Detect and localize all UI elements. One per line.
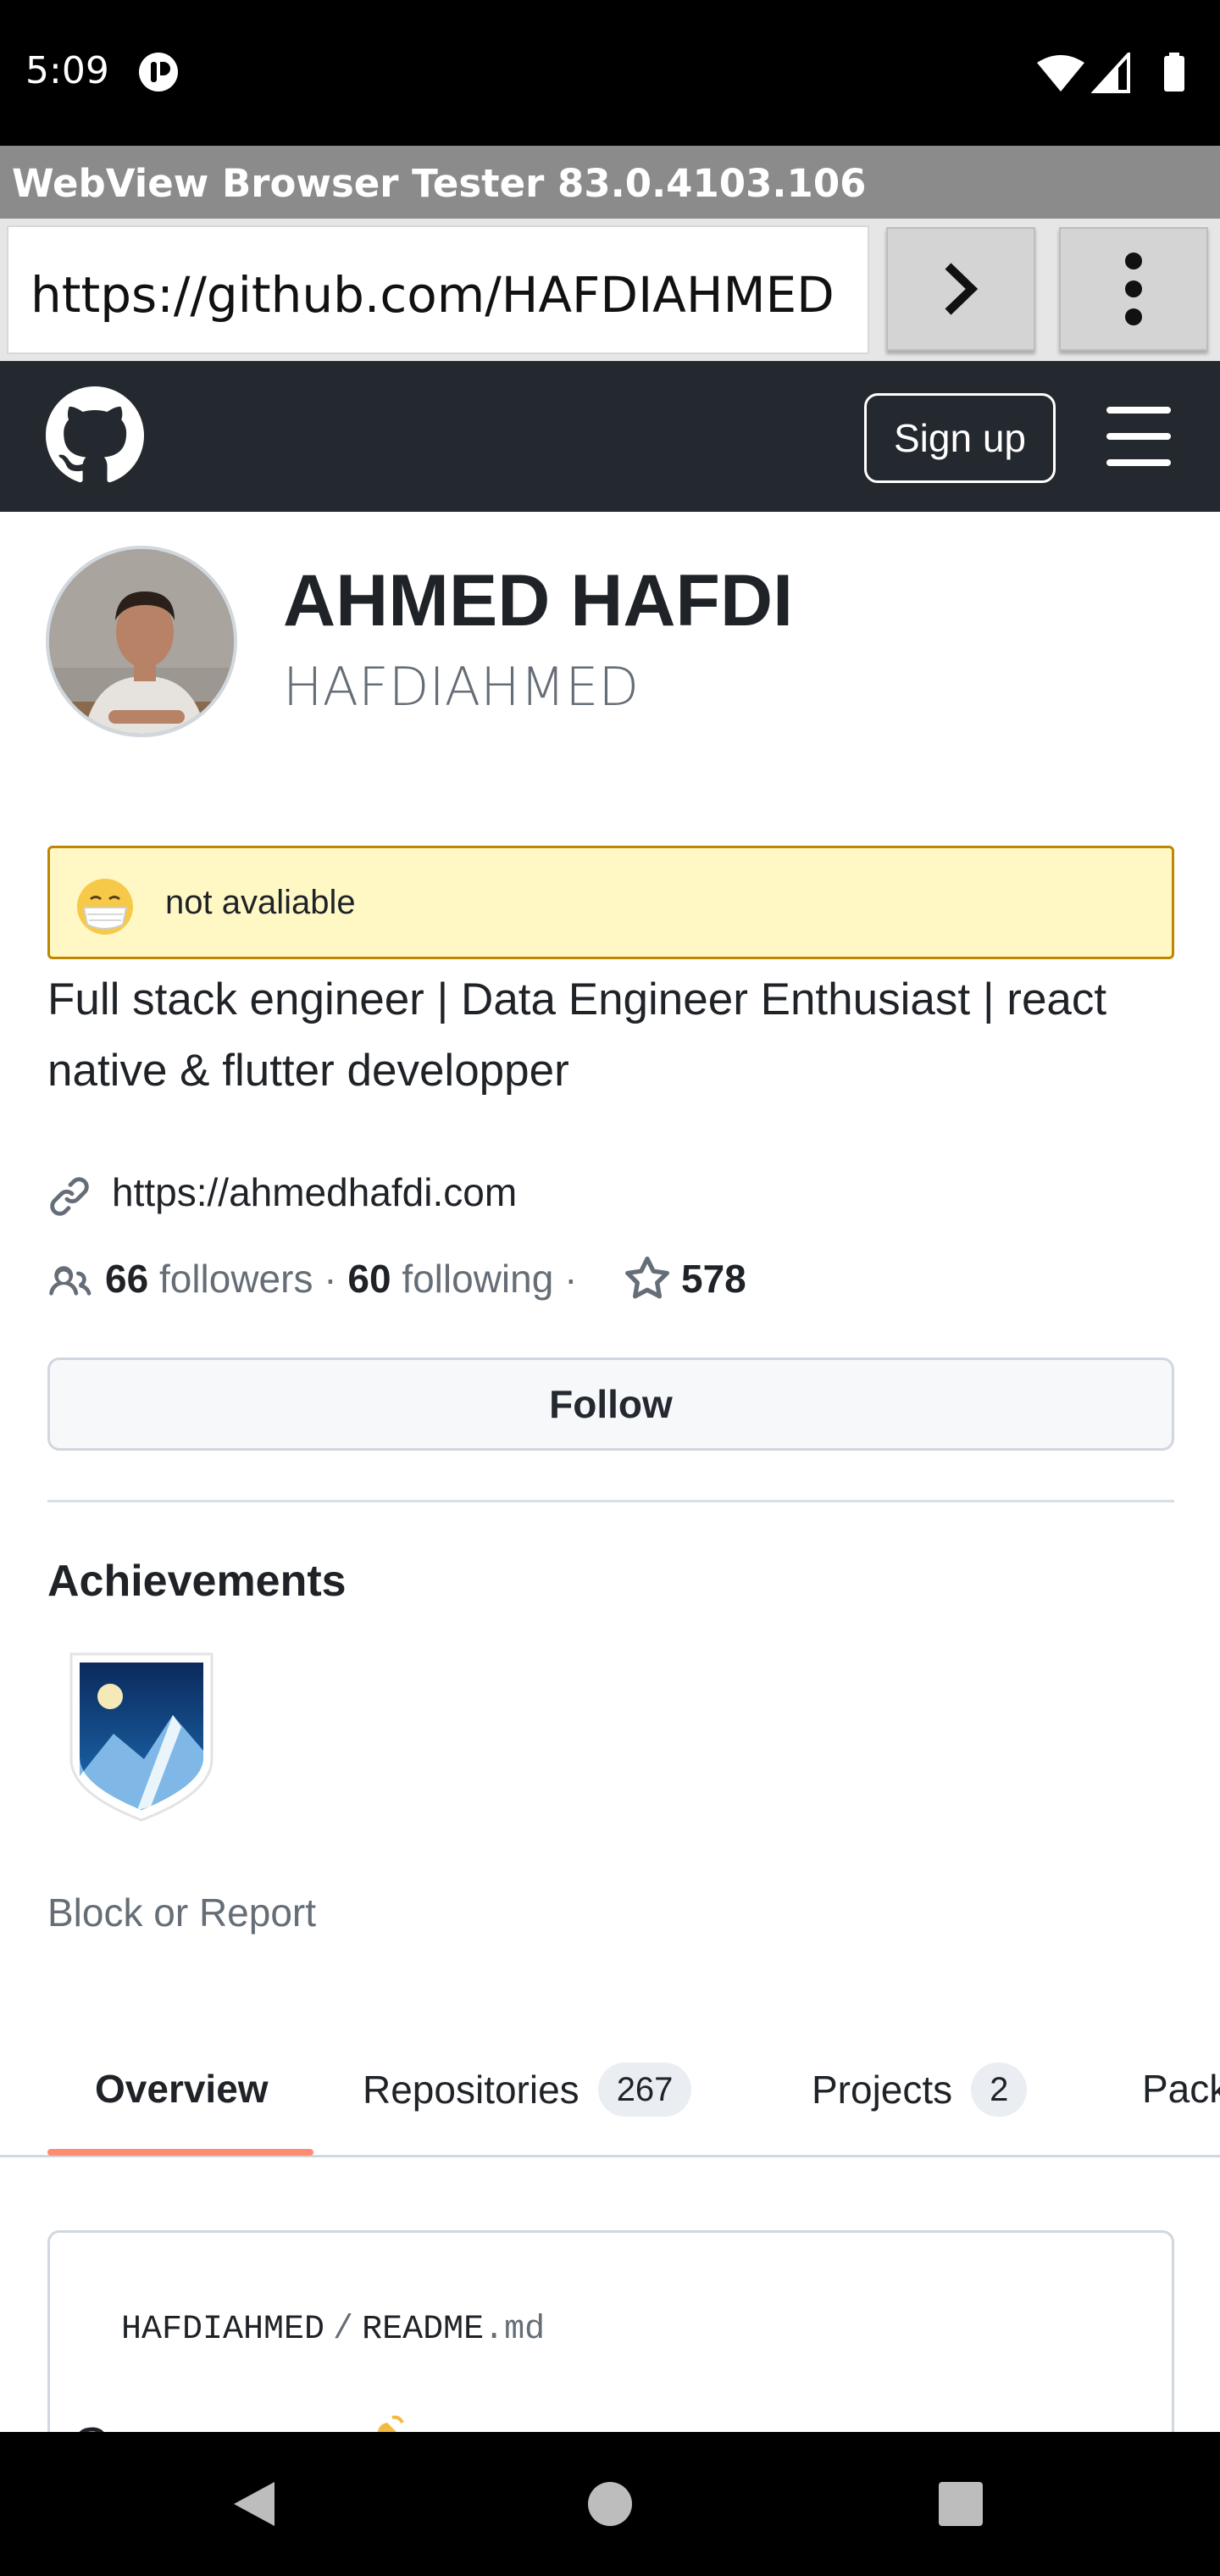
profile-tabs: Overview Repositories 267 Projects 2 Pack: [0, 2034, 1220, 2157]
tab-label: Projects: [812, 2068, 953, 2112]
following-label: following: [402, 1257, 554, 1301]
user-status: not avaliable: [47, 846, 1174, 959]
tab-label: Overview: [95, 2067, 269, 2111]
achievements-heading: Achievements: [47, 1557, 347, 1606]
tab-overview[interactable]: Overview: [95, 2066, 269, 2125]
readme-file-link[interactable]: README.md: [362, 2311, 545, 2349]
wifi-icon: [1037, 55, 1084, 92]
path-separator: /: [333, 2311, 354, 2349]
back-icon[interactable]: [230, 2479, 278, 2529]
divider: [47, 1500, 1174, 1502]
overflow-menu-button[interactable]: [1059, 227, 1208, 351]
hamburger-menu-icon[interactable]: [1106, 407, 1171, 466]
link-icon: [50, 1177, 89, 1216]
github-header: Sign up: [0, 361, 1220, 512]
tab-projects[interactable]: Projects 2: [812, 2062, 1028, 2125]
separator: ·: [324, 1257, 337, 1301]
tab-packages[interactable]: Pack: [1142, 2066, 1220, 2125]
readme-file-ext: .md: [484, 2311, 546, 2349]
achievement-badge-icon[interactable]: [63, 1649, 220, 1824]
separator: ·: [564, 1257, 578, 1301]
tab-count-badge: 267: [597, 2062, 692, 2117]
more-vert-icon: [1125, 253, 1142, 325]
avatar[interactable]: [46, 546, 237, 737]
tab-repositories[interactable]: Repositories 267: [363, 2062, 692, 2125]
tab-label: Repositories: [363, 2068, 580, 2112]
url-input[interactable]: https://github.com/HAFDIAHMED: [7, 225, 869, 354]
stars-count[interactable]: 578: [681, 1256, 746, 1302]
block-or-report-link[interactable]: Block or Report: [47, 1890, 316, 1935]
follow-button[interactable]: Follow: [47, 1357, 1174, 1451]
recents-icon[interactable]: [937, 2480, 984, 2528]
home-icon[interactable]: [586, 2480, 634, 2528]
app-title-bar: WebView Browser Tester 83.0.4103.106: [0, 146, 1220, 219]
active-tab-indicator: [47, 2149, 313, 2156]
battery-icon: [1164, 56, 1184, 92]
url-text: https://github.com/HAFDIAHMED: [30, 266, 835, 324]
followers-label: followers: [158, 1257, 313, 1301]
chevron-right-icon: [945, 263, 979, 315]
profile-full-name: AHMED HAFDI: [283, 560, 793, 641]
sign-up-button[interactable]: Sign up: [864, 393, 1056, 483]
following-count: 60: [347, 1257, 391, 1301]
profile-bio: Full stack engineer | Data Engineer Enth…: [47, 974, 1107, 1096]
app-title: WebView Browser Tester 83.0.4103.106: [12, 161, 867, 206]
url-row: https://github.com/HAFDIAHMED: [0, 219, 1220, 361]
tab-label: Pack: [1142, 2067, 1220, 2111]
system-navigation-bar: [0, 2432, 1220, 2576]
followers-link[interactable]: 66 followers: [105, 1257, 313, 1301]
notification-icon: [139, 53, 178, 92]
avatar-photo: [49, 549, 234, 734]
system-icons: [1037, 53, 1184, 93]
following-link[interactable]: 60 following: [347, 1257, 553, 1301]
profile-username: HAFDIAHMED: [283, 656, 640, 718]
readme-path: HAFDIAHMED / README.md: [121, 2311, 545, 2349]
github-logo-icon[interactable]: [46, 386, 144, 485]
readme-owner-link[interactable]: HAFDIAHMED: [121, 2311, 324, 2349]
profile-website: https://ahmedhafdi.com: [47, 1164, 1149, 1224]
status-text: not avaliable: [165, 884, 356, 921]
star-icon: [625, 1256, 669, 1299]
follow-stats: 66 followers · 60 following · 578: [47, 1251, 1183, 1310]
readme-file-name: README: [362, 2311, 485, 2349]
go-button[interactable]: [886, 227, 1035, 351]
clock: 5:09: [25, 49, 109, 92]
system-status-bar: 5:09: [0, 0, 1220, 146]
people-icon: [49, 1266, 92, 1296]
website-link[interactable]: https://ahmedhafdi.com: [112, 1169, 517, 1215]
tab-count-badge: 2: [971, 2062, 1028, 2117]
mask-face-emoji-icon: [77, 879, 133, 935]
followers-count: 66: [105, 1257, 149, 1301]
